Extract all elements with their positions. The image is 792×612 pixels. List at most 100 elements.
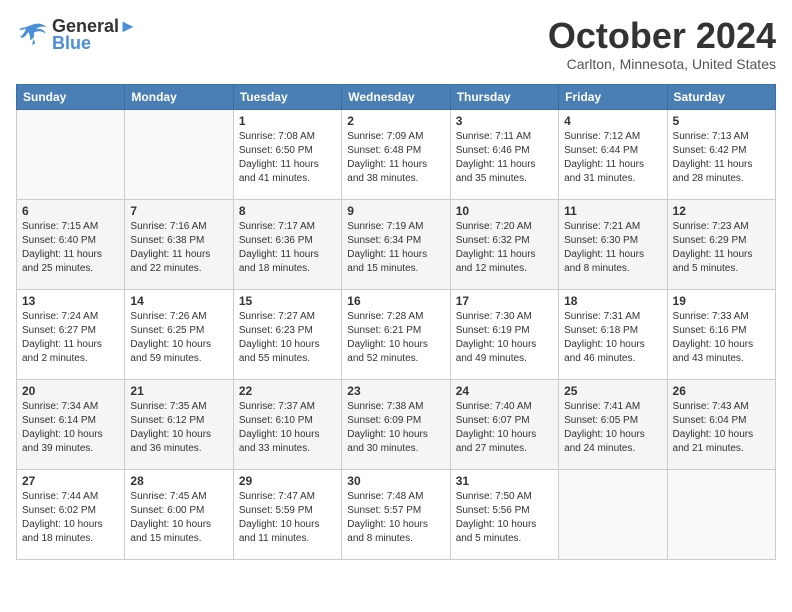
day-number: 9: [347, 204, 444, 218]
day-info: Sunrise: 7:35 AMSunset: 6:12 PMDaylight:…: [130, 400, 227, 456]
calendar-cell: 30Sunrise: 7:48 AMSunset: 5:57 PMDayligh…: [342, 469, 450, 559]
day-number: 6: [22, 204, 119, 218]
calendar-cell: 3 Sunrise: 7:11 AMSunset: 6:46 PMDaylight…: [450, 109, 558, 199]
day-number: 31: [456, 474, 553, 488]
logo-text: General► Blue: [52, 16, 137, 54]
day-number: 4: [564, 114, 661, 128]
title-block: October 2024 Carlton, Minnesota, United …: [548, 16, 776, 72]
day-number: 16: [347, 294, 444, 308]
day-number: 15: [239, 294, 336, 308]
day-number: 26: [673, 384, 770, 398]
calendar-header-row: Sunday Monday Tuesday Wednesday Thursday…: [17, 84, 776, 109]
day-info: Sunrise: 7:08 AMSunset: 6:50 PMDaylight:…: [239, 130, 336, 186]
location: Carlton, Minnesota, United States: [548, 56, 776, 72]
day-number: 21: [130, 384, 227, 398]
calendar-cell: [559, 469, 667, 559]
col-tuesday: Tuesday: [233, 84, 341, 109]
calendar-cell: 17 Sunrise: 7:30 AMSunset: 6:19 PMDayligh…: [450, 289, 558, 379]
calendar-cell: 22 Sunrise: 7:37 AMSunset: 6:10 PMDayligh…: [233, 379, 341, 469]
calendar-cell: 14 Sunrise: 7:26 AMSunset: 6:25 PMDayligh…: [125, 289, 233, 379]
day-number: 27: [22, 474, 119, 488]
day-info: Sunrise: 7:15 AMSunset: 6:40 PMDaylight:…: [22, 220, 119, 276]
calendar-cell: 16 Sunrise: 7:28 AMSunset: 6:21 PMDayligh…: [342, 289, 450, 379]
day-info: Sunrise: 7:33 AMSunset: 6:16 PMDaylight:…: [673, 310, 770, 366]
calendar-cell: [17, 109, 125, 199]
day-info: Sunrise: 7:43 AMSunset: 6:04 PMDaylight:…: [673, 400, 770, 456]
day-info: Sunrise: 7:26 AMSunset: 6:25 PMDaylight:…: [130, 310, 227, 366]
day-info: Sunrise: 7:11 AMSunset: 6:46 PMDaylight:…: [456, 130, 553, 186]
col-sunday: Sunday: [17, 84, 125, 109]
week-row-4: 20Sunrise: 7:34 AMSunset: 6:14 PMDayligh…: [17, 379, 776, 469]
day-info: Sunrise: 7:12 AMSunset: 6:44 PMDaylight:…: [564, 130, 661, 186]
week-row-3: 13 Sunrise: 7:24 AMSunset: 6:27 PMDayligh…: [17, 289, 776, 379]
calendar-cell: 1Sunrise: 7:08 AMSunset: 6:50 PMDaylight…: [233, 109, 341, 199]
day-number: 11: [564, 204, 661, 218]
day-info: Sunrise: 7:23 AMSunset: 6:29 PMDaylight:…: [673, 220, 770, 276]
logo-icon: [16, 21, 48, 49]
calendar-cell: 24Sunrise: 7:40 AMSunset: 6:07 PMDayligh…: [450, 379, 558, 469]
calendar-cell: 19 Sunrise: 7:33 AMSunset: 6:16 PMDayligh…: [667, 289, 775, 379]
day-info: Sunrise: 7:20 AMSunset: 6:32 PMDaylight:…: [456, 220, 553, 276]
calendar-cell: 26 Sunrise: 7:43 AMSunset: 6:04 PMDayligh…: [667, 379, 775, 469]
calendar-cell: 25 Sunrise: 7:41 AMSunset: 6:05 PMDayligh…: [559, 379, 667, 469]
day-info: Sunrise: 7:13 AMSunset: 6:42 PMDaylight:…: [673, 130, 770, 186]
week-row-5: 27Sunrise: 7:44 AMSunset: 6:02 PMDayligh…: [17, 469, 776, 559]
page-header: General► Blue October 2024 Carlton, Minn…: [16, 16, 776, 72]
calendar-cell: 10 Sunrise: 7:20 AMSunset: 6:32 PMDayligh…: [450, 199, 558, 289]
day-info: Sunrise: 7:27 AMSunset: 6:23 PMDaylight:…: [239, 310, 336, 366]
day-number: 7: [130, 204, 227, 218]
day-info: Sunrise: 7:40 AMSunset: 6:07 PMDaylight:…: [456, 400, 553, 456]
col-wednesday: Wednesday: [342, 84, 450, 109]
calendar-cell: 9Sunrise: 7:19 AMSunset: 6:34 PMDaylight…: [342, 199, 450, 289]
day-number: 10: [456, 204, 553, 218]
calendar-cell: 23 Sunrise: 7:38 AMSunset: 6:09 PMDayligh…: [342, 379, 450, 469]
logo: General► Blue: [16, 16, 137, 54]
day-info: Sunrise: 7:48 AMSunset: 5:57 PMDaylight:…: [347, 490, 444, 546]
day-info: Sunrise: 7:37 AMSunset: 6:10 PMDaylight:…: [239, 400, 336, 456]
calendar-cell: [125, 109, 233, 199]
col-thursday: Thursday: [450, 84, 558, 109]
day-info: Sunrise: 7:38 AMSunset: 6:09 PMDaylight:…: [347, 400, 444, 456]
day-number: 12: [673, 204, 770, 218]
day-number: 23: [347, 384, 444, 398]
day-info: Sunrise: 7:45 AMSunset: 6:00 PMDaylight:…: [130, 490, 227, 546]
day-number: 22: [239, 384, 336, 398]
calendar-cell: 12 Sunrise: 7:23 AMSunset: 6:29 PMDayligh…: [667, 199, 775, 289]
day-info: Sunrise: 7:28 AMSunset: 6:21 PMDaylight:…: [347, 310, 444, 366]
day-number: 3: [456, 114, 553, 128]
calendar-cell: 7 Sunrise: 7:16 AMSunset: 6:38 PMDaylight…: [125, 199, 233, 289]
week-row-2: 6 Sunrise: 7:15 AMSunset: 6:40 PMDaylight…: [17, 199, 776, 289]
month-title: October 2024: [548, 16, 776, 56]
calendar-cell: 31 Sunrise: 7:50 AMSunset: 5:56 PMDayligh…: [450, 469, 558, 559]
day-number: 13: [22, 294, 119, 308]
calendar-cell: 21 Sunrise: 7:35 AMSunset: 6:12 PMDayligh…: [125, 379, 233, 469]
calendar-cell: 28Sunrise: 7:45 AMSunset: 6:00 PMDayligh…: [125, 469, 233, 559]
calendar-cell: 11 Sunrise: 7:21 AMSunset: 6:30 PMDayligh…: [559, 199, 667, 289]
calendar-cell: 15 Sunrise: 7:27 AMSunset: 6:23 PMDayligh…: [233, 289, 341, 379]
calendar-cell: 20Sunrise: 7:34 AMSunset: 6:14 PMDayligh…: [17, 379, 125, 469]
day-info: Sunrise: 7:34 AMSunset: 6:14 PMDaylight:…: [22, 400, 119, 456]
day-number: 29: [239, 474, 336, 488]
day-number: 19: [673, 294, 770, 308]
day-info: Sunrise: 7:17 AMSunset: 6:36 PMDaylight:…: [239, 220, 336, 276]
calendar-cell: 13 Sunrise: 7:24 AMSunset: 6:27 PMDayligh…: [17, 289, 125, 379]
col-saturday: Saturday: [667, 84, 775, 109]
day-number: 2: [347, 114, 444, 128]
day-info: Sunrise: 7:21 AMSunset: 6:30 PMDaylight:…: [564, 220, 661, 276]
calendar-cell: 8Sunrise: 7:17 AMSunset: 6:36 PMDaylight…: [233, 199, 341, 289]
day-info: Sunrise: 7:50 AMSunset: 5:56 PMDaylight:…: [456, 490, 553, 546]
calendar-cell: 4 Sunrise: 7:12 AMSunset: 6:44 PMDaylight…: [559, 109, 667, 199]
day-info: Sunrise: 7:47 AMSunset: 5:59 PMDaylight:…: [239, 490, 336, 546]
day-info: Sunrise: 7:16 AMSunset: 6:38 PMDaylight:…: [130, 220, 227, 276]
day-info: Sunrise: 7:31 AMSunset: 6:18 PMDaylight:…: [564, 310, 661, 366]
day-number: 17: [456, 294, 553, 308]
calendar-cell: 27Sunrise: 7:44 AMSunset: 6:02 PMDayligh…: [17, 469, 125, 559]
day-info: Sunrise: 7:41 AMSunset: 6:05 PMDaylight:…: [564, 400, 661, 456]
day-info: Sunrise: 7:30 AMSunset: 6:19 PMDaylight:…: [456, 310, 553, 366]
calendar-cell: 2Sunrise: 7:09 AMSunset: 6:48 PMDaylight…: [342, 109, 450, 199]
day-number: 5: [673, 114, 770, 128]
day-number: 14: [130, 294, 227, 308]
day-info: Sunrise: 7:24 AMSunset: 6:27 PMDaylight:…: [22, 310, 119, 366]
day-number: 25: [564, 384, 661, 398]
calendar-cell: 18Sunrise: 7:31 AMSunset: 6:18 PMDayligh…: [559, 289, 667, 379]
